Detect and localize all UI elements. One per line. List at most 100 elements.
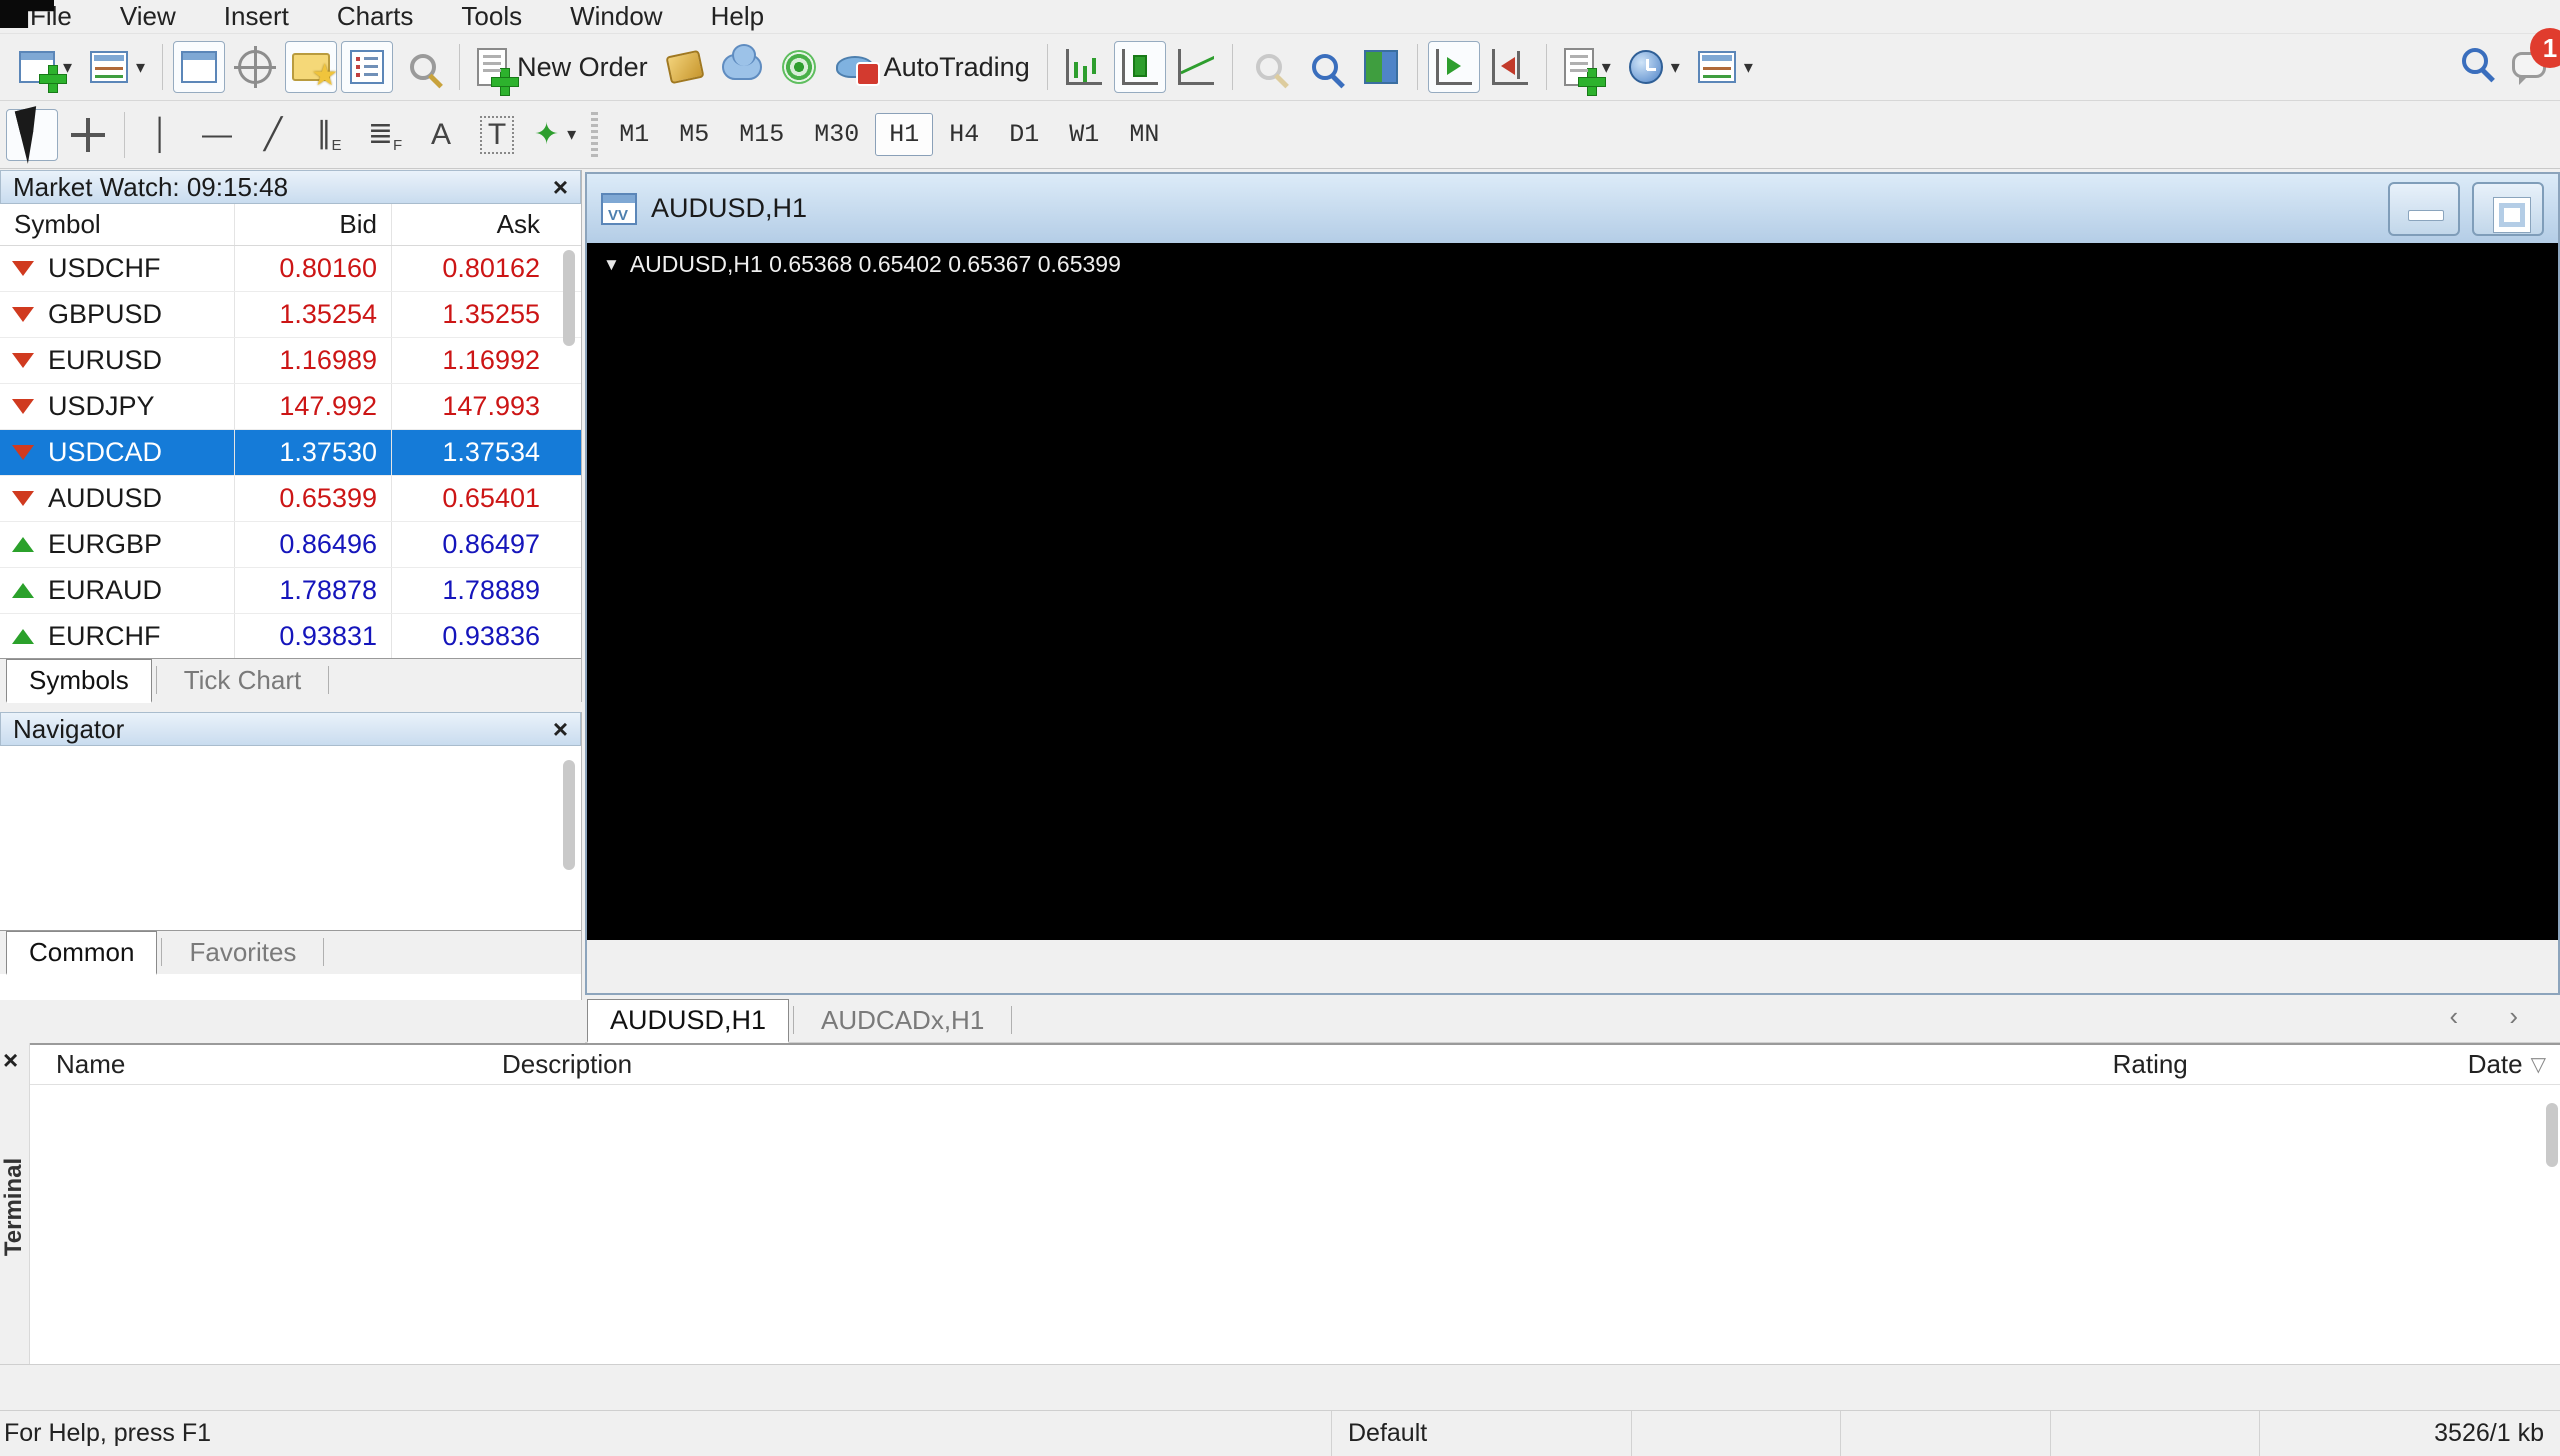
market-watch-tab-symbols[interactable]: Symbols <box>6 659 152 703</box>
signals-button[interactable] <box>773 41 825 93</box>
vertical-line-tool-button[interactable]: │ <box>135 109 187 161</box>
toolbox-close-icon[interactable]: × <box>3 1045 18 1076</box>
search-button[interactable] <box>2462 48 2488 79</box>
navigator-titlebar[interactable]: Navigator × <box>0 712 581 746</box>
market-watch-toggle-button[interactable] <box>173 41 225 93</box>
timeframe-m15[interactable]: M15 <box>725 113 798 156</box>
zoom-out-button[interactable] <box>1299 41 1351 93</box>
symbol-label: USDJPY <box>48 391 155 422</box>
shapes-tool-button[interactable]: ✦▾ <box>527 109 583 161</box>
market-watch-row-audusd[interactable]: AUDUSD0.653990.65401 <box>0 476 581 522</box>
menu-view[interactable]: View <box>96 1 200 32</box>
menu-help[interactable]: Help <box>687 1 788 32</box>
symbol-label: USDCHF <box>48 253 161 284</box>
timeframe-h1[interactable]: H1 <box>875 113 933 156</box>
indicators-button[interactable]: ▾ <box>1557 41 1618 93</box>
text-tool-button[interactable]: A <box>415 109 467 161</box>
toolbox-icon <box>350 50 384 84</box>
new-chart-button[interactable]: ▾ <box>12 41 79 93</box>
symbol-label: USDCAD <box>48 437 162 468</box>
chart-shift-button[interactable] <box>1484 41 1536 93</box>
timeframe-m1[interactable]: M1 <box>605 113 663 156</box>
market-watch-titlebar[interactable]: Market Watch: 09:15:48 × <box>0 170 581 204</box>
market-watch-row-euraud[interactable]: EURAUD1.788781.78889 <box>0 568 581 614</box>
column-date[interactable]: Date <box>2368 1049 2523 1080</box>
market-watch-row-usdchf[interactable]: USDCHF0.801600.80162 <box>0 246 581 292</box>
chart-tab-audcadx-h1[interactable]: AUDCADx,H1 <box>798 999 1007 1042</box>
profiles-button[interactable]: ▾ <box>83 41 152 93</box>
market-watch-tab-tick-chart[interactable]: Tick Chart <box>161 659 325 702</box>
timeframe-w1[interactable]: W1 <box>1055 113 1113 156</box>
tab-scroll-arrows[interactable]: ‹ › <box>2449 1001 2540 1032</box>
column-bid[interactable]: Bid <box>235 204 392 245</box>
templates-button[interactable]: ▾ <box>1691 41 1760 93</box>
timeframe-h4[interactable]: H4 <box>935 113 993 156</box>
periods-button[interactable]: ▾ <box>1622 41 1687 93</box>
navigator-close-icon[interactable]: × <box>553 714 568 745</box>
tile-windows-button[interactable] <box>1355 41 1407 93</box>
navigator-toggle-button[interactable]: ★ <box>285 41 337 93</box>
market-watch-row-gbpusd[interactable]: GBPUSD1.352541.35255 <box>0 292 581 338</box>
market-watch-scrollbar[interactable] <box>563 250 575 346</box>
chart-tab-audusd-h1[interactable]: AUDUSD,H1 <box>587 999 789 1043</box>
timeframe-mn[interactable]: MN <box>1115 113 1173 156</box>
status-connection[interactable]: 3526/1 kb <box>2260 1411 2560 1456</box>
column-symbol[interactable]: Symbol <box>0 204 235 245</box>
market-watch-row-usdcad[interactable]: USDCAD1.375301.37534 <box>0 430 581 476</box>
column-description[interactable]: Description <box>492 1049 2113 1080</box>
market-watch-header: Symbol Bid Ask <box>0 204 581 246</box>
new-order-button[interactable]: New Order <box>470 41 655 93</box>
auto-scroll-button[interactable] <box>1428 41 1480 93</box>
strategy-tester-button[interactable] <box>397 41 449 93</box>
candle-chart-mode-button[interactable] <box>1114 41 1166 93</box>
timeframe-m5[interactable]: M5 <box>665 113 723 156</box>
menu-tools[interactable]: Tools <box>437 1 546 32</box>
sort-descending-icon[interactable]: ▽ <box>2531 1052 2546 1077</box>
zoom-in-button[interactable] <box>1243 41 1295 93</box>
symbol-cell: EURGBP <box>0 522 235 567</box>
market-watch-row-eurusd[interactable]: EURUSD1.169891.16992 <box>0 338 581 384</box>
toolbox-scrollbar[interactable] <box>2546 1103 2558 1167</box>
timeframe-d1[interactable]: D1 <box>995 113 1053 156</box>
trendline-tool-button[interactable]: ╱ <box>247 109 299 161</box>
column-name[interactable]: Name <box>30 1049 492 1080</box>
navigator-tab-common[interactable]: Common <box>6 931 157 975</box>
arrow-up-icon <box>12 583 34 598</box>
cursor-tool-button[interactable] <box>6 109 58 161</box>
autotrading-button[interactable]: AutoTrading <box>829 41 1037 93</box>
column-ask[interactable]: Ask <box>392 204 552 245</box>
data-window-button[interactable] <box>229 41 281 93</box>
line-chart-mode-button[interactable] <box>1170 41 1222 93</box>
chart-minimize-button[interactable] <box>2388 182 2460 236</box>
equidistant-channel-tool-button[interactable]: ∥E <box>303 109 355 161</box>
chart-collapse-icon[interactable]: ▼ <box>603 255 620 275</box>
menu-window[interactable]: Window <box>546 1 686 32</box>
menu-charts[interactable]: Charts <box>313 1 438 32</box>
chart-restore-button[interactable] <box>2472 182 2544 236</box>
mql5-community-button[interactable] <box>715 41 769 93</box>
horizontal-line-tool-button[interactable]: — <box>191 109 243 161</box>
column-rating[interactable]: Rating <box>2113 1049 2368 1080</box>
menu-insert[interactable]: Insert <box>200 1 313 32</box>
standard-toolbar: ▾ ▾ ★ New Order AutoTrading ▾ ▾ ▾ <box>0 34 2560 101</box>
timeframe-m30[interactable]: M30 <box>800 113 873 156</box>
bar-chart-mode-button[interactable] <box>1058 41 1110 93</box>
market-watch-row-eurchf[interactable]: EURCHF0.938310.93836 <box>0 614 581 658</box>
market-watch-row-eurgbp[interactable]: EURGBP0.864960.86497 <box>0 522 581 568</box>
market-button[interactable] <box>659 41 711 93</box>
status-profile[interactable]: Default <box>1332 1411 1632 1456</box>
market-watch-row-usdjpy[interactable]: USDJPY147.992147.993 <box>0 384 581 430</box>
navigator-scrollbar[interactable] <box>563 760 575 870</box>
label-tool-button[interactable]: T <box>471 109 523 161</box>
crosshair-tool-button[interactable] <box>62 109 114 161</box>
mt5-application-window: FileViewInsertChartsToolsWindowHelp ▾ ▾ … <box>0 0 2560 1456</box>
chart-window-titlebar[interactable]: AUDUSD,H1 <box>587 174 2558 243</box>
line-chart-icon <box>1178 49 1214 85</box>
notifications-button[interactable]: 1 <box>2512 42 2556 82</box>
market-watch-close-icon[interactable]: × <box>553 172 568 203</box>
chart-plot-area[interactable]: ▼ AUDUSD,H1 0.65368 0.65402 0.65367 0.65… <box>587 243 2558 940</box>
cloud-icon <box>722 54 762 80</box>
toolbox-toggle-button[interactable] <box>341 41 393 93</box>
navigator-tab-favorites[interactable]: Favorites <box>166 931 319 974</box>
fibonacci-tool-button[interactable]: ≣F <box>359 109 411 161</box>
